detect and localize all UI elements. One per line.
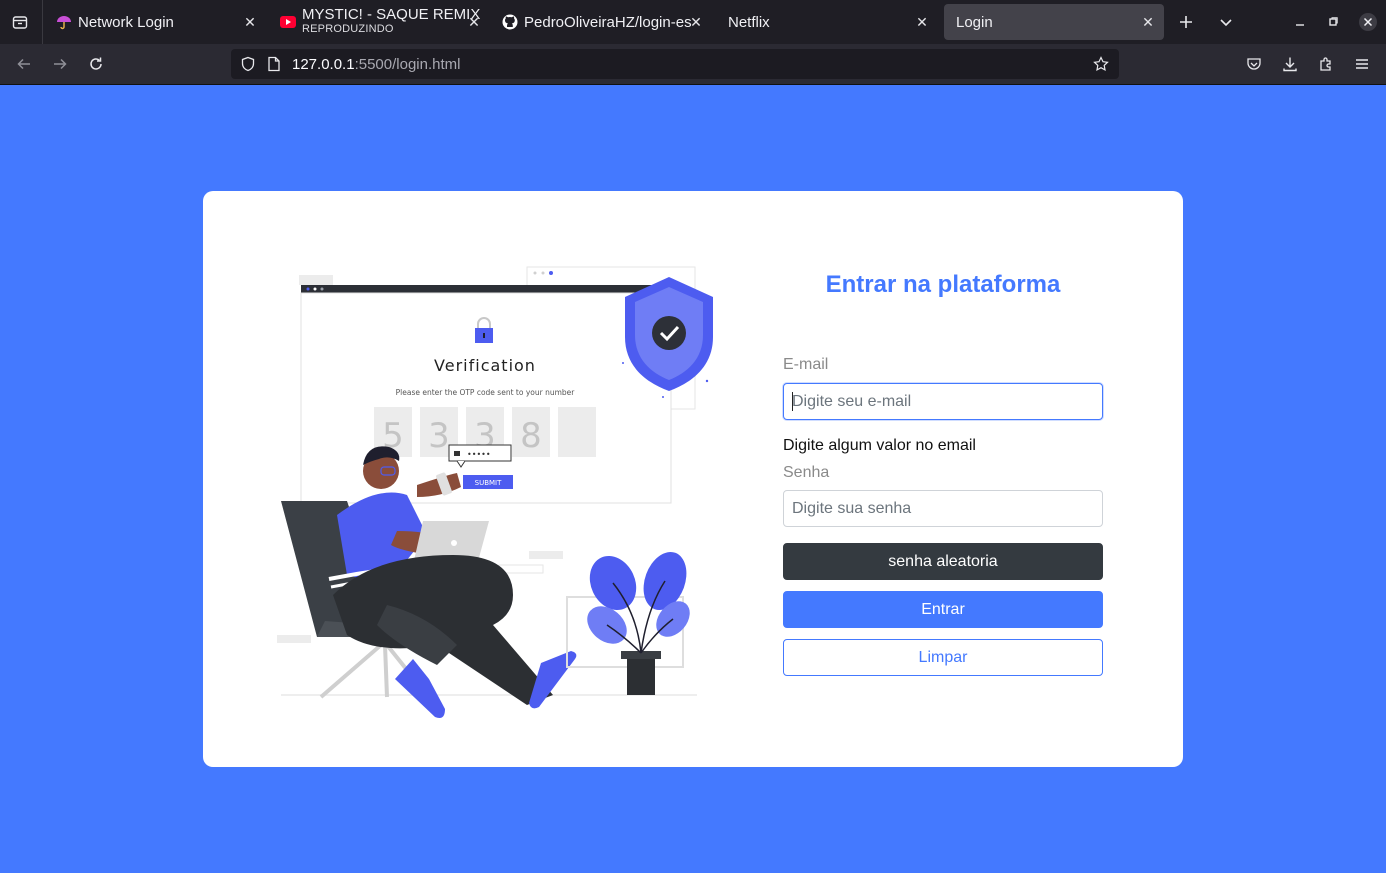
password-mask: ••••• [467, 450, 491, 459]
tab-separator [42, 0, 43, 44]
github-icon [502, 14, 518, 30]
close-tab-icon[interactable]: ✕ [464, 12, 484, 32]
page-icon[interactable] [262, 52, 286, 76]
email-label: E-mail [783, 356, 829, 373]
url-host: 127.0.0.1 [292, 55, 355, 73]
url-text[interactable]: 127.0.0.1:5500/login.html [292, 56, 460, 73]
new-tab-icon[interactable] [1174, 10, 1198, 34]
browser-tab-bar: Network Login ✕ MYSTIC! - SAQUE REMIX RE… [0, 0, 1386, 44]
download-icon[interactable] [1278, 52, 1302, 76]
close-tab-icon[interactable]: ✕ [686, 12, 706, 32]
login-button[interactable]: Entrar [783, 591, 1103, 628]
reload-icon[interactable] [84, 52, 108, 76]
password-label: Senha [783, 464, 830, 481]
url-path: :5500/login.html [354, 55, 461, 73]
illustration-caption: Please enter the OTP code sent to your n… [396, 388, 576, 397]
tab-mystic-music[interactable]: MYSTIC! - SAQUE REMIX REPRODUZINDO ✕ [268, 4, 490, 40]
back-icon[interactable] [12, 52, 36, 76]
bookmark-star-icon[interactable] [1089, 52, 1113, 76]
random-password-button[interactable]: senha aleatoria [783, 543, 1103, 580]
text-caret [792, 392, 793, 411]
close-tab-icon[interactable]: ✕ [912, 12, 932, 32]
umbrella-icon [56, 14, 72, 30]
extensions-icon[interactable] [1314, 52, 1338, 76]
password-field[interactable] [783, 490, 1103, 527]
pocket-icon[interactable] [1242, 52, 1266, 76]
tab-network-login[interactable]: Network Login ✕ [44, 4, 266, 40]
browser-nav-bar: 127.0.0.1:5500/login.html [0, 44, 1386, 85]
email-field-wrap [783, 383, 1103, 420]
youtube-icon [280, 14, 296, 30]
restore-icon[interactable] [1321, 10, 1345, 34]
form-title: Entrar na plataforma [825, 271, 1061, 298]
menu-icon[interactable] [1350, 52, 1374, 76]
clear-button[interactable]: Limpar [783, 639, 1103, 676]
otp-digit: 3 [428, 416, 450, 456]
illustration-submit: SUBMIT [475, 479, 502, 487]
tab-login[interactable]: Login ✕ [944, 4, 1164, 40]
tab-title: Netflix [728, 13, 770, 31]
close-tab-icon[interactable]: ✕ [240, 12, 260, 32]
tab-list-icon[interactable] [8, 11, 32, 33]
tab-title: Login [956, 13, 993, 31]
close-window-icon[interactable] [1356, 10, 1380, 34]
tab-netflix[interactable]: Netflix ✕ [716, 4, 938, 40]
email-error-message: Digite algum valor no email [783, 437, 976, 454]
tab-playing-status: REPRODUZINDO [302, 23, 394, 35]
email-field[interactable] [783, 383, 1103, 420]
chevron-down-icon[interactable] [1214, 10, 1238, 34]
tab-github[interactable]: PedroOliveiraHZ/login-es ✕ [490, 4, 712, 40]
shield-icon[interactable] [236, 52, 260, 76]
otp-digit: 8 [520, 416, 542, 456]
close-tab-icon[interactable]: ✕ [1138, 12, 1158, 32]
verification-illustration: Verification Please enter the OTP code s… [277, 266, 713, 718]
forward-icon[interactable] [48, 52, 72, 76]
illustration-heading: Verification [434, 356, 536, 375]
address-bar[interactable]: 127.0.0.1:5500/login.html [231, 49, 1119, 79]
login-card: Verification Please enter the OTP code s… [203, 191, 1183, 767]
tab-title: MYSTIC! - SAQUE REMIX [302, 7, 481, 22]
tab-title: PedroOliveiraHZ/login-es [524, 13, 692, 31]
minimize-icon[interactable] [1288, 10, 1312, 34]
tab-title: Network Login [78, 13, 174, 31]
